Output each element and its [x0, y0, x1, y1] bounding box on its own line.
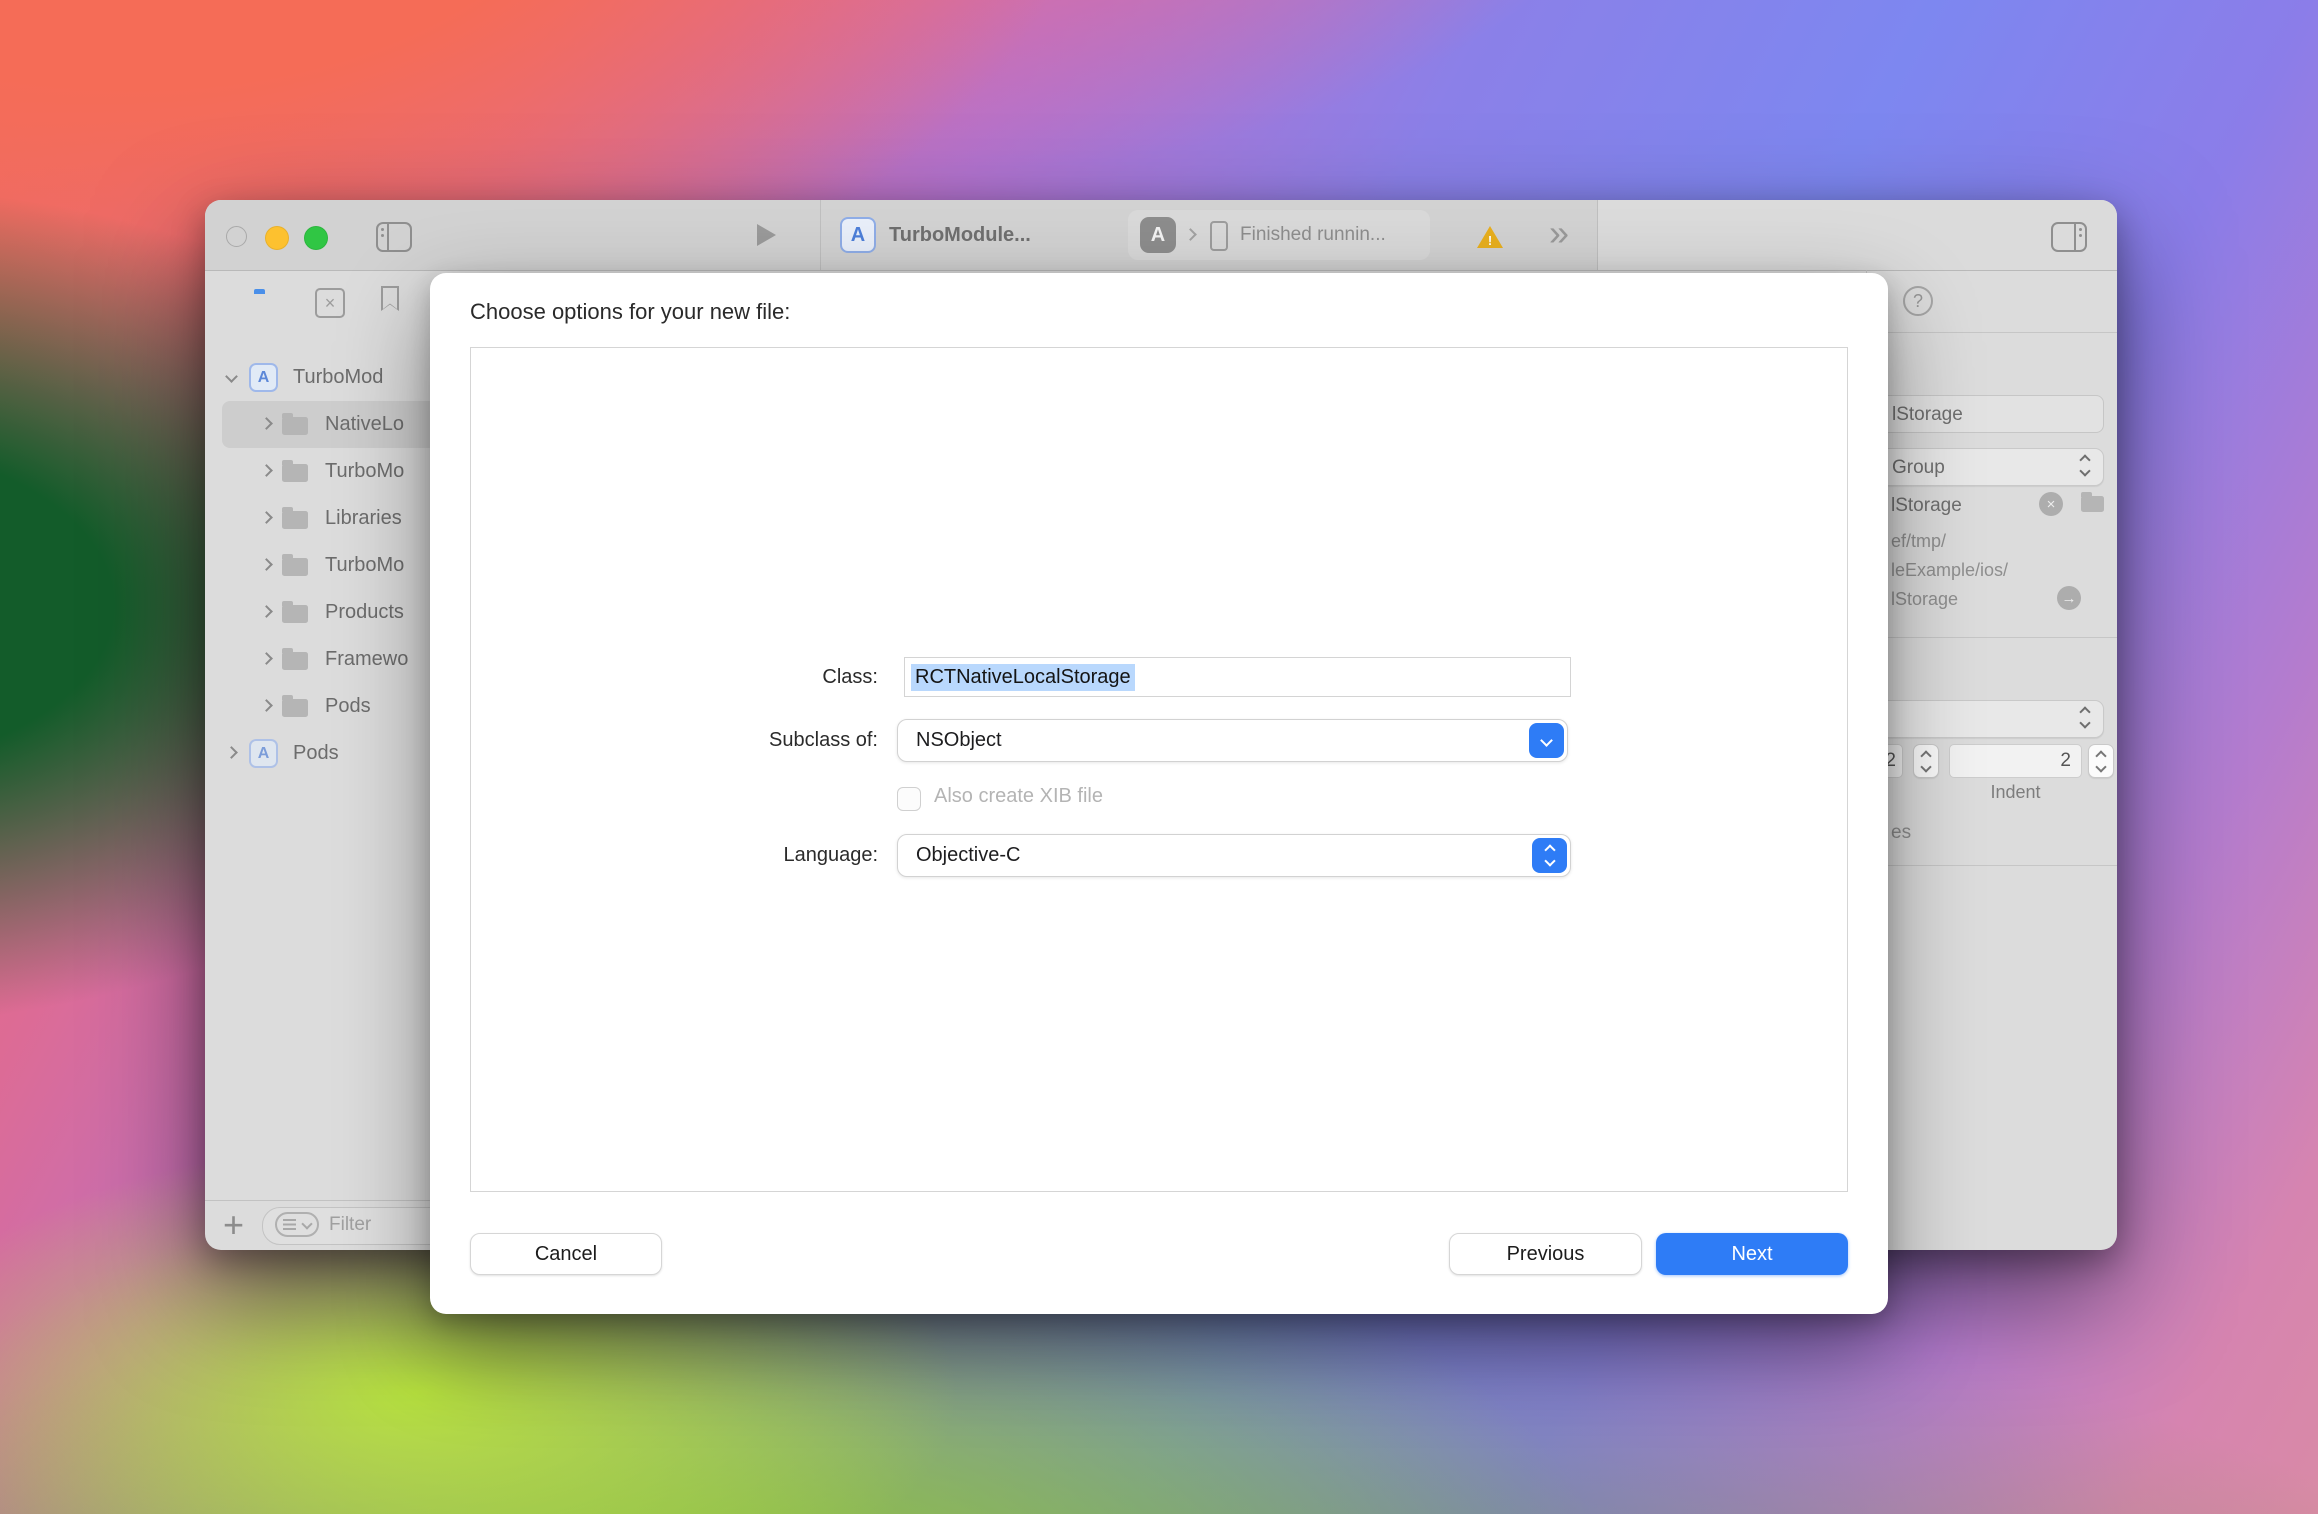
folder-icon — [282, 511, 308, 529]
wraps-partial-text: es — [1891, 822, 1911, 844]
updown-chevrons-icon — [2081, 708, 2089, 727]
chevron-right-icon[interactable] — [260, 464, 273, 477]
add-button[interactable]: + — [223, 1206, 244, 1244]
subclass-combobox[interactable]: NSObject — [897, 719, 1568, 762]
xcode-project-icon: A — [249, 363, 278, 392]
double-chevron-icon[interactable]: » — [1549, 212, 1569, 254]
inspector-path: ef/tmp/ leExample/ios/ lStorage — [1891, 527, 2008, 614]
chevron-right-icon[interactable] — [225, 746, 238, 759]
scheme-app-icon: A — [1140, 217, 1176, 253]
inspector-panel: ? lStorage Group lStorage × ef/tmp/ leEx… — [1866, 270, 2117, 1250]
chevron-right-icon[interactable] — [260, 511, 273, 524]
folder-icon — [282, 699, 308, 717]
close-button[interactable] — [226, 226, 247, 247]
chevron-right-icon[interactable] — [260, 652, 273, 665]
chevron-right-icon — [1184, 228, 1197, 241]
folder-icon — [282, 652, 308, 670]
bookmark-icon[interactable] — [381, 286, 399, 311]
divider — [1867, 865, 2117, 866]
stepper-icon[interactable] — [2088, 744, 2114, 778]
indent-field[interactable]: 2 — [1949, 744, 2082, 778]
next-button[interactable]: Next — [1656, 1233, 1848, 1275]
language-label: Language: — [471, 834, 878, 877]
toolbar: A TurboModule... A Finished runnin... ! … — [205, 200, 2117, 271]
zoom-button[interactable] — [304, 226, 328, 250]
class-input[interactable]: RCTNativeLocalStorage — [904, 657, 1571, 697]
reveal-arrow-icon[interactable]: → — [2057, 586, 2081, 610]
folder-choose-icon[interactable] — [2081, 496, 2104, 512]
folder-icon — [282, 605, 308, 623]
divider — [1867, 332, 2117, 333]
updown-chevrons-icon[interactable] — [1532, 838, 1567, 873]
chevron-down-icon[interactable] — [225, 370, 238, 383]
xib-checkbox-label: Also create XIB file — [934, 785, 1103, 808]
build-status-text: Finished runnin... — [1240, 210, 1386, 260]
inspector-toggle-icon[interactable] — [2051, 222, 2087, 252]
subclass-label: Subclass of: — [471, 719, 878, 762]
warning-icon[interactable]: ! — [1477, 226, 1503, 248]
cancel-button[interactable]: Cancel — [470, 1233, 662, 1275]
new-file-options-dialog: Choose options for your new file: Class:… — [430, 273, 1888, 1314]
xcode-project-icon: A — [249, 739, 278, 768]
previous-button[interactable]: Previous — [1449, 1233, 1642, 1275]
tab-x-square-icon[interactable]: × — [315, 288, 345, 318]
sidebar-toggle-icon[interactable] — [376, 222, 412, 252]
folder-icon — [282, 417, 308, 435]
language-value: Objective-C — [916, 835, 1020, 876]
help-icon[interactable]: ? — [1903, 286, 1933, 316]
folder-icon — [282, 464, 308, 482]
device-icon — [1210, 221, 1228, 251]
chevron-right-icon[interactable] — [260, 605, 273, 618]
chevron-right-icon[interactable] — [260, 417, 273, 430]
indent-label: Indent — [1949, 782, 2082, 803]
minimize-button[interactable] — [265, 226, 289, 250]
filter-placeholder: Filter — [329, 1208, 371, 1244]
language-popup[interactable]: Objective-C — [897, 834, 1571, 877]
toolbar-divider — [820, 200, 821, 270]
chevron-down-icon[interactable] — [1529, 723, 1564, 758]
dialog-content-box: Class: RCTNativeLocalStorage Subclass of… — [470, 347, 1848, 1192]
dialog-title: Choose options for your new file: — [470, 299, 790, 325]
toolbar-right-section — [1597, 200, 2117, 270]
class-value-selected-text: RCTNativeLocalStorage — [911, 664, 1135, 691]
run-play-icon[interactable] — [757, 224, 776, 246]
toolbar-divider — [1597, 200, 1598, 270]
updown-chevrons-icon — [2081, 456, 2089, 475]
window-title: TurboModule... — [889, 200, 1031, 270]
folder-icon — [282, 558, 308, 576]
clear-icon[interactable]: × — [2039, 492, 2063, 516]
inspector-location-value: lStorage — [1891, 488, 1962, 524]
subclass-value: NSObject — [916, 720, 1002, 761]
chevron-right-icon[interactable] — [260, 558, 273, 571]
filter-icon[interactable] — [275, 1212, 319, 1237]
divider — [1867, 637, 2117, 638]
xib-checkbox[interactable] — [897, 787, 921, 811]
chevron-right-icon[interactable] — [260, 699, 273, 712]
scheme-status-pill[interactable]: A Finished runnin... — [1128, 210, 1430, 260]
xcode-app-icon: A — [840, 217, 876, 253]
class-label: Class: — [471, 657, 878, 697]
stepper-icon[interactable] — [1913, 744, 1939, 778]
